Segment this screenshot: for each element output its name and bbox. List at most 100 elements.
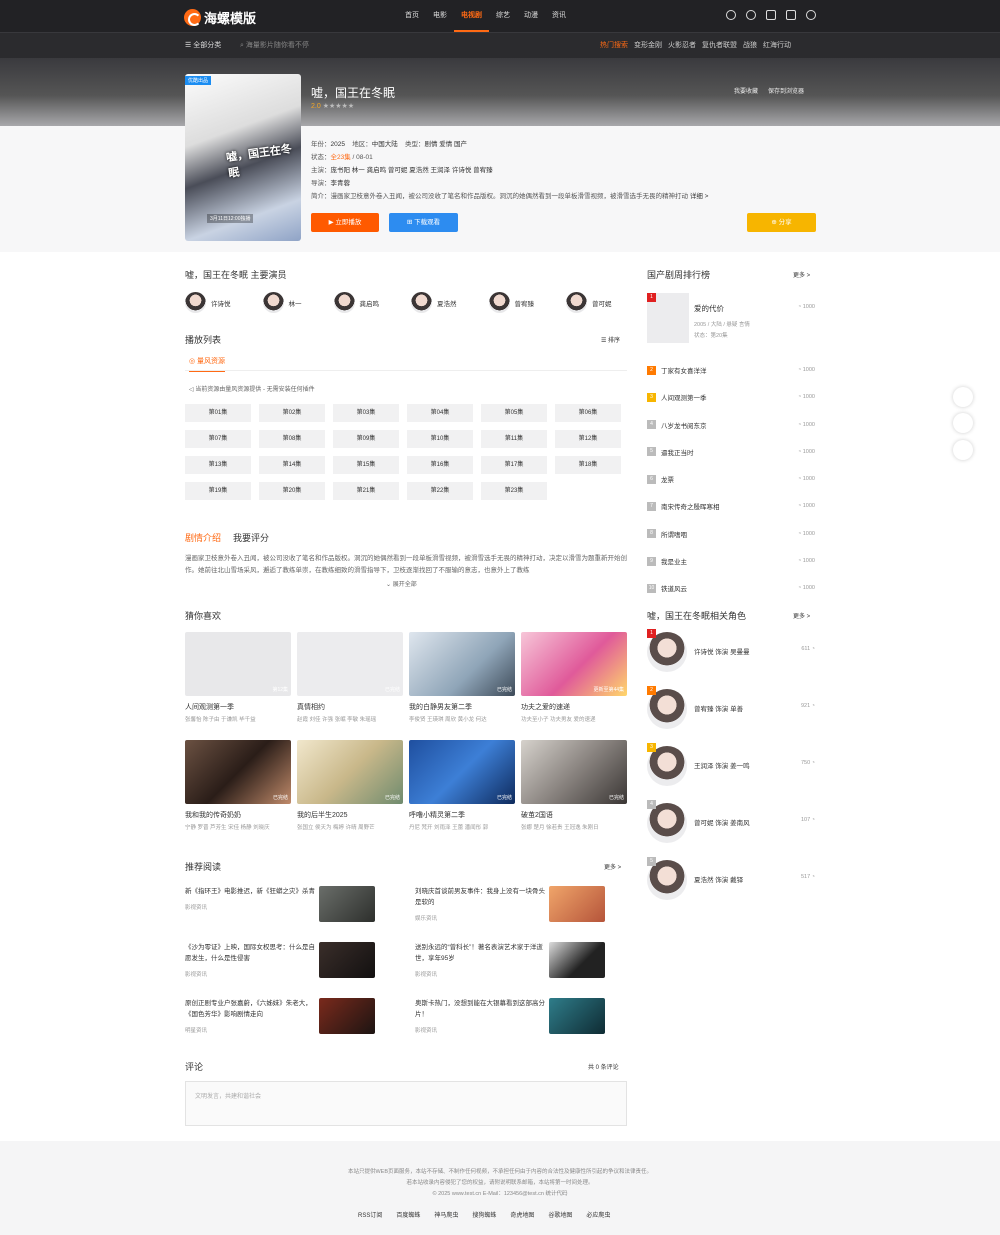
episode-button[interactable]: 第08集 <box>259 430 325 448</box>
footer-link[interactable]: 谷歌地图 <box>548 1210 572 1219</box>
role-name[interactable]: 许诗悦 饰演 吴曼曼 <box>694 646 750 656</box>
comment-textarea[interactable]: 文明发言，共建和谐社会 <box>185 1081 627 1126</box>
ranking-title[interactable]: 铁道风云 <box>661 583 687 593</box>
ranking-title[interactable]: 丁家有女喜洋洋 <box>661 365 707 375</box>
video-card[interactable]: 已完结 我的后半生2025 张国立 侯天为 梅婷 许晴 周野芒 <box>297 740 403 831</box>
role-item[interactable]: 4 曾可妮 饰演 姜南风 107 ◔ <box>647 800 815 843</box>
role-item[interactable]: 3 王润泽 饰演 姜一鸣 750 ◔ <box>647 743 815 786</box>
mobile-icon[interactable] <box>953 440 973 460</box>
ranking-title[interactable]: 龙票 <box>661 474 674 484</box>
ranking-more-link[interactable]: 更多 > <box>793 270 810 279</box>
ranking-row[interactable]: 3 人间观测第一季 ◔ 1000 <box>647 392 815 402</box>
area-value[interactable]: 中国大陆 <box>372 141 398 148</box>
ranking-row[interactable]: 8 所谓嗜咽 ◔ 1000 <box>647 529 815 539</box>
video-card[interactable]: 第12集 人间观测第一季 张馨怡 陈子由 于谦凯 毕千益 <box>185 632 291 723</box>
ranking-row[interactable]: 4 八岁龙书阅东京 ◔ 1000 <box>647 420 815 430</box>
favorite-link[interactable]: 我要收藏 <box>734 86 758 95</box>
article-title[interactable]: 原创正剧专业户张嘉蔚，《六姊妹》朱老大，《国色芳华》影响剧情走向 <box>185 998 319 1020</box>
type-value[interactable]: 剧情 爱情 国产 <box>424 141 467 148</box>
footer-link[interactable]: 神马爬虫 <box>434 1210 458 1219</box>
footer-link[interactable]: 搜狗蜘蛛 <box>472 1210 496 1219</box>
episode-button[interactable]: 第17集 <box>481 456 547 474</box>
video-title[interactable]: 我的白静男友第二季 <box>409 702 515 712</box>
actor-item[interactable]: 林一 <box>262 292 302 313</box>
episode-button[interactable]: 第15集 <box>333 456 399 474</box>
episode-button[interactable]: 第21集 <box>333 482 399 500</box>
year-value[interactable]: 2025 <box>331 141 345 148</box>
episode-button[interactable]: 第16集 <box>407 456 473 474</box>
chart-icon[interactable] <box>766 10 776 20</box>
site-logo[interactable]: 海螺模版 <box>184 8 256 27</box>
nav-item-home[interactable]: 首页 <box>398 0 426 32</box>
nav-item-tv[interactable]: 电视剧 <box>454 0 489 32</box>
roles-more-link[interactable]: 更多 > <box>793 611 810 620</box>
ranking-row[interactable]: 9 我是业主 ◔ 1000 <box>647 556 815 566</box>
episode-button[interactable]: 第05集 <box>481 404 547 422</box>
nav-item-anime[interactable]: 动漫 <box>517 0 545 32</box>
article-item[interactable]: 送别永远的“曾科长”！著名表演艺术家于洋逝世，享年95岁 影视资讯 <box>415 942 605 978</box>
video-title[interactable]: 功夫之爱的速递 <box>521 702 627 712</box>
nav-item-movie[interactable]: 电影 <box>426 0 454 32</box>
ranking-title[interactable]: 八岁龙书阅东京 <box>661 420 707 430</box>
all-category-button[interactable]: ☰ 全部分类 <box>185 40 221 50</box>
episode-button[interactable]: 第20集 <box>259 482 325 500</box>
reading-more-link[interactable]: 更多 > <box>604 862 621 871</box>
episode-button[interactable]: 第13集 <box>185 456 251 474</box>
role-name[interactable]: 曾宥臻 饰演 单善 <box>694 703 743 713</box>
ranking-row[interactable]: 5 逼我正当时 ◔ 1000 <box>647 447 815 457</box>
episode-button[interactable]: 第04集 <box>407 404 473 422</box>
episode-button[interactable]: 第03集 <box>333 404 399 422</box>
save-browser-link[interactable]: 保存到浏览器 <box>768 86 804 95</box>
video-title[interactable]: 人间观测第一季 <box>185 702 291 712</box>
footer-link[interactable]: RSS订阅 <box>358 1210 382 1219</box>
poster-image[interactable]: 优酷出品 嘘，国王在冬眠 3月11日12:00独播 <box>185 74 301 241</box>
episode-button[interactable]: 第06集 <box>555 404 621 422</box>
actor-item[interactable]: 曾可妮 <box>566 292 612 313</box>
theme-toggle-icon[interactable] <box>953 387 973 407</box>
history-icon[interactable] <box>726 10 736 20</box>
share-button[interactable]: ⊕ 分享 <box>747 213 816 232</box>
episode-button[interactable]: 第19集 <box>185 482 251 500</box>
ranking-title[interactable]: 人间观测第一季 <box>661 392 707 402</box>
footer-link[interactable]: 奇虎地图 <box>510 1210 534 1219</box>
episode-button[interactable]: 第14集 <box>259 456 325 474</box>
article-item[interactable]: 《沙为零证》上映，国际女权思考：什么是自愿发生，什么是性侵害 影视资讯 <box>185 942 375 978</box>
article-title[interactable]: 奥斯卡热门，没想到能在大银幕看到这部高分片！ <box>415 998 549 1020</box>
ranking-row[interactable]: 7 南宋传奇之殷晖寒相 ◔ 1000 <box>647 501 815 511</box>
actor-item[interactable]: 龚启鸣 <box>333 292 379 313</box>
article-item[interactable]: 奥斯卡热门，没想到能在大银幕看到这部高分片！ 影视资讯 <box>415 998 605 1034</box>
episode-button[interactable]: 第18集 <box>555 456 621 474</box>
nav-item-variety[interactable]: 综艺 <box>489 0 517 32</box>
role-item[interactable]: 1 许诗悦 饰演 吴曼曼 611 ◔ <box>647 629 815 672</box>
hot-link[interactable]: 复仇者联盟 <box>702 40 737 50</box>
episode-button[interactable]: 第23集 <box>481 482 547 500</box>
video-title[interactable]: 破茧2国语 <box>521 810 627 820</box>
ranking-title[interactable]: 南宋传奇之殷晖寒相 <box>661 501 720 511</box>
article-item[interactable]: 新《指环王》电影推迟，新《狂蟒之灾》杀青 影视资讯 <box>185 886 375 922</box>
expand-link[interactable]: ⌄ 展开全部 <box>386 579 417 588</box>
detail-link[interactable]: 详细 > <box>690 193 709 200</box>
episode-button[interactable]: 第07集 <box>185 430 251 448</box>
download-button[interactable]: ⊞ 下载观看 <box>389 213 458 232</box>
video-card[interactable]: 已完结 破茧2国语 张娜 楚月 徐若贵 王冠逸 朱刚日 <box>521 740 627 831</box>
episode-button[interactable]: 第01集 <box>185 404 251 422</box>
video-card[interactable]: 已完结 呼噜小精灵第二季 丹尼 梵开 刘雨泽 王蕾 潘闻彤 郭 <box>409 740 515 831</box>
user-icon[interactable] <box>806 10 816 20</box>
nav-item-news[interactable]: 资讯 <box>545 0 573 32</box>
skin-icon[interactable] <box>953 413 973 433</box>
article-title[interactable]: 送别永远的“曾科长”！著名表演艺术家于洋逝世，享年95岁 <box>415 942 549 964</box>
ranking-row[interactable]: 2 丁家有女喜洋洋 ◔ 1000 <box>647 365 815 375</box>
episode-button[interactable]: 第22集 <box>407 482 473 500</box>
article-item[interactable]: 原创正剧专业户张嘉蔚，《六姊妹》朱老大，《国色芳华》影响剧情走向 明星资讯 <box>185 998 375 1034</box>
role-name[interactable]: 曾可妮 饰演 姜南风 <box>694 817 750 827</box>
video-title[interactable]: 我的后半生2025 <box>297 810 403 820</box>
article-title[interactable]: 《沙为零证》上映，国际女权思考：什么是自愿发生，什么是性侵害 <box>185 942 319 964</box>
hot-link[interactable]: 红海行动 <box>763 40 791 50</box>
video-card[interactable]: 更新至第44集 功夫之爱的速递 功夫至小子 功夫男友 爱的速递 <box>521 632 627 723</box>
article-title[interactable]: 新《指环王》电影推迟，新《狂蟒之灾》杀青 <box>185 886 319 897</box>
hot-link[interactable]: 战狼 <box>743 40 757 50</box>
actor-item[interactable]: 曾宥臻 <box>488 292 534 313</box>
footer-link[interactable]: 百度蜘蛛 <box>396 1210 420 1219</box>
episode-button[interactable]: 第02集 <box>259 404 325 422</box>
actor-item[interactable]: 夏浩然 <box>411 292 457 313</box>
